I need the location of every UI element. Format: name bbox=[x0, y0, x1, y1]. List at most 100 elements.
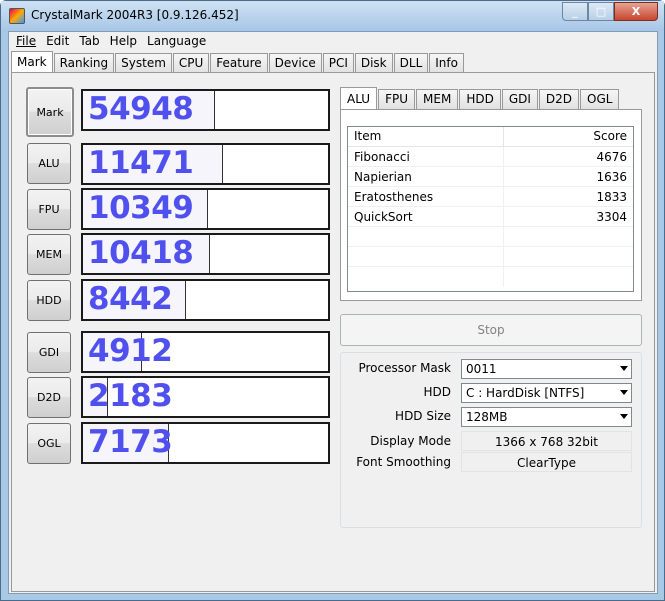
font-smoothing-value: ClearType bbox=[461, 452, 632, 472]
processor-mask-select[interactable]: 0011 bbox=[461, 359, 632, 379]
subtab-ogl[interactable]: OGL bbox=[580, 89, 620, 109]
display-mode-value: 1366 x 768 32bit bbox=[461, 431, 632, 451]
hdd-select[interactable]: C : HardDisk [NTFS] bbox=[461, 383, 632, 403]
window-bottom-border bbox=[1, 594, 664, 600]
hdd-size-select[interactable]: 128MB bbox=[461, 407, 632, 427]
list-empty-row bbox=[348, 267, 633, 287]
subtab-d2d[interactable]: D2D bbox=[538, 89, 580, 109]
alu-button[interactable]: ALU bbox=[27, 143, 71, 184]
menu-file[interactable]: File bbox=[11, 32, 41, 51]
item-score: 4676 bbox=[596, 150, 627, 164]
display-mode-label: Display Mode bbox=[370, 434, 451, 448]
list-item[interactable]: Napierian 1636 bbox=[348, 167, 633, 187]
score-list[interactable]: Item Score Fibonacci 4676 Napierian 1636… bbox=[347, 126, 634, 292]
item-name: Eratosthenes bbox=[348, 187, 504, 206]
list-header: Item Score bbox=[348, 127, 633, 147]
detail-tabs: ALU FPU MEM HDD GDI D2D OGL bbox=[340, 87, 620, 110]
alu-score-value: 11471 bbox=[88, 145, 194, 181]
hdd-button[interactable]: HDD bbox=[27, 280, 71, 321]
subtab-gdi[interactable]: GDI bbox=[501, 89, 538, 109]
title-bar[interactable]: CrystalMark 2004R3 [0.9.126.452] _ □ X bbox=[1, 1, 664, 31]
menu-language-label: Language bbox=[147, 34, 207, 48]
hdd-select-value: C : HardDisk [NTFS] bbox=[466, 386, 585, 400]
menu-tab-label: Tab bbox=[79, 34, 100, 48]
hdd-score-value: 8442 bbox=[88, 281, 173, 317]
list-item[interactable]: QuickSort 3304 bbox=[348, 207, 633, 227]
ogl-button[interactable]: OGL bbox=[27, 423, 71, 464]
mark-score-value: 54948 bbox=[88, 91, 194, 127]
gdi-score-box: 4912 bbox=[81, 331, 330, 373]
tab-disk[interactable]: Disk bbox=[354, 53, 393, 73]
subtab-fpu[interactable]: FPU bbox=[378, 89, 416, 109]
menu-help-label: Help bbox=[109, 34, 138, 48]
item-name: QuickSort bbox=[348, 207, 504, 226]
menu-edit[interactable]: Edit bbox=[41, 32, 74, 51]
menu-language[interactable]: Language bbox=[142, 32, 211, 51]
d2d-button[interactable]: D2D bbox=[27, 377, 71, 418]
tab-system[interactable]: System bbox=[115, 53, 172, 73]
mark-panel: Mark 54948 ALU 11471 FPU 10349 MEM 10418 bbox=[11, 72, 655, 592]
menu-file-label: File bbox=[16, 34, 37, 48]
tab-device[interactable]: Device bbox=[268, 53, 322, 73]
column-header-item[interactable]: Item bbox=[348, 127, 504, 146]
ogl-score-box: 7173 bbox=[81, 422, 330, 464]
item-score: 1636 bbox=[596, 170, 627, 184]
list-item[interactable]: Eratosthenes 1833 bbox=[348, 187, 633, 207]
hdd-size-label: HDD Size bbox=[395, 409, 451, 423]
app-icon[interactable] bbox=[9, 8, 25, 24]
list-item[interactable]: Fibonacci 4676 bbox=[348, 147, 633, 167]
mark-button[interactable]: Mark bbox=[26, 87, 74, 137]
d2d-score-box: 2183 bbox=[81, 376, 330, 418]
menu-edit-label: Edit bbox=[46, 34, 70, 48]
menu-bar: File Edit Tab Help Language bbox=[9, 32, 657, 51]
fpu-score-value: 10349 bbox=[88, 190, 194, 226]
hdd-size-value: 128MB bbox=[466, 410, 508, 424]
alu-score-box: 11471 bbox=[81, 143, 330, 185]
app-window: CrystalMark 2004R3 [0.9.126.452] _ □ X F… bbox=[0, 0, 665, 601]
processor-mask-label: Processor Mask bbox=[358, 361, 451, 375]
hdd-select-label: HDD bbox=[423, 385, 451, 399]
column-header-score[interactable]: Score bbox=[504, 127, 633, 146]
window-controls: _ □ X bbox=[562, 2, 658, 21]
chevron-down-icon bbox=[620, 366, 628, 371]
chevron-down-icon bbox=[620, 414, 628, 419]
item-name: Fibonacci bbox=[348, 147, 504, 166]
window-title: CrystalMark 2004R3 [0.9.126.452] bbox=[31, 8, 239, 22]
fpu-button[interactable]: FPU bbox=[27, 189, 71, 230]
item-score: 1833 bbox=[596, 190, 627, 204]
tab-dll[interactable]: DLL bbox=[393, 53, 429, 73]
subtab-mem[interactable]: MEM bbox=[416, 89, 459, 109]
maximize-button[interactable]: □ bbox=[588, 2, 614, 21]
minimize-button[interactable]: _ bbox=[562, 2, 588, 21]
gdi-button[interactable]: GDI bbox=[27, 332, 71, 373]
mem-score-box: 10418 bbox=[81, 233, 330, 275]
settings-group: Processor Mask 0011 HDD C : HardDisk [NT… bbox=[340, 352, 642, 528]
chevron-down-icon bbox=[620, 390, 628, 395]
list-empty-row bbox=[348, 247, 633, 267]
main-tabs: Mark Ranking System CPU Feature Device P… bbox=[11, 51, 465, 73]
tab-ranking[interactable]: Ranking bbox=[53, 53, 115, 73]
tab-feature[interactable]: Feature bbox=[210, 53, 268, 73]
tab-cpu[interactable]: CPU bbox=[172, 53, 210, 73]
item-name: Napierian bbox=[348, 167, 504, 186]
fpu-score-box: 10349 bbox=[81, 188, 330, 230]
subtab-alu[interactable]: ALU bbox=[340, 87, 378, 109]
d2d-score-value: 2183 bbox=[88, 378, 173, 414]
close-button[interactable]: X bbox=[614, 2, 658, 21]
tab-mark[interactable]: Mark bbox=[11, 51, 53, 72]
tab-pci[interactable]: PCI bbox=[322, 53, 354, 73]
subtab-hdd[interactable]: HDD bbox=[459, 89, 501, 109]
detail-panel: Item Score Fibonacci 4676 Napierian 1636… bbox=[340, 109, 642, 301]
menu-help[interactable]: Help bbox=[105, 32, 142, 51]
mark-score-box: 54948 bbox=[81, 89, 330, 131]
ogl-score-value: 7173 bbox=[88, 424, 173, 460]
processor-mask-value: 0011 bbox=[466, 362, 497, 376]
tab-info[interactable]: Info bbox=[429, 53, 464, 73]
stop-button[interactable]: Stop bbox=[340, 314, 642, 346]
mem-score-value: 10418 bbox=[88, 235, 194, 271]
hdd-score-box: 8442 bbox=[81, 279, 330, 321]
mem-button[interactable]: MEM bbox=[27, 234, 71, 275]
font-smoothing-label: Font Smoothing bbox=[356, 455, 451, 469]
list-empty-row bbox=[348, 227, 633, 247]
menu-tab[interactable]: Tab bbox=[74, 32, 104, 51]
